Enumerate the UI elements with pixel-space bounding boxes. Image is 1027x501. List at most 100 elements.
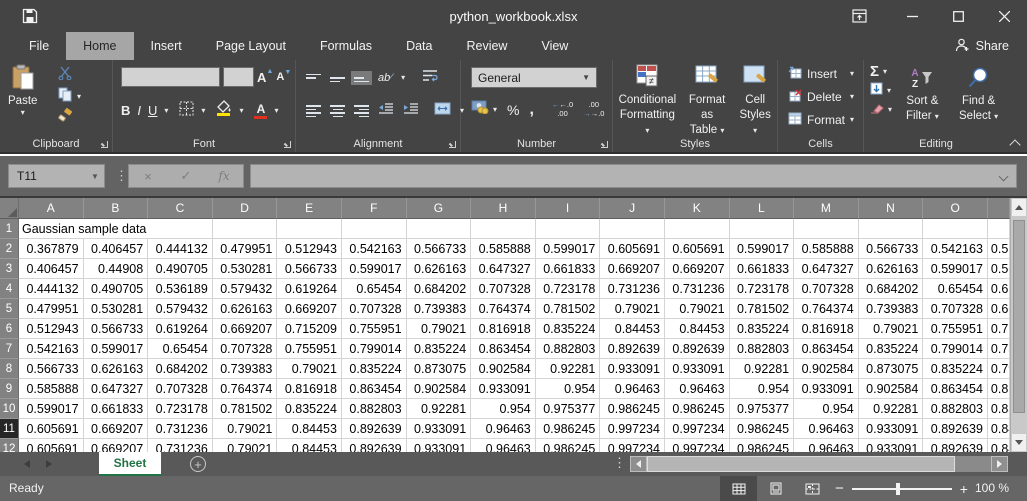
- name-box[interactable]: T11 ▼: [8, 164, 105, 188]
- cell[interactable]: 0.84453: [277, 439, 342, 452]
- cell[interactable]: 0.986245: [535, 419, 601, 439]
- vertical-scrollbar[interactable]: [1010, 198, 1027, 452]
- cell[interactable]: 0.536189: [148, 279, 213, 299]
- scroll-right-icon[interactable]: [991, 456, 1008, 472]
- orientation-caret-icon[interactable]: ▾: [401, 74, 405, 82]
- cell[interactable]: 0.892639: [341, 439, 407, 452]
- cell[interactable]: 0.933091: [471, 379, 536, 399]
- cell[interactable]: 0.605691: [19, 439, 84, 452]
- tab-formulas[interactable]: Formulas: [303, 32, 389, 60]
- cell[interactable]: 0.739383: [406, 299, 472, 319]
- align-center-icon[interactable]: [330, 105, 345, 117]
- row-header-1[interactable]: 1: [0, 219, 19, 239]
- cell[interactable]: 0.96463: [794, 419, 859, 439]
- cell[interactable]: 0.566733: [406, 239, 472, 259]
- cell[interactable]: 0.585888: [794, 239, 859, 259]
- cell[interactable]: 0.975377: [535, 399, 601, 419]
- zoom-in-button[interactable]: +: [960, 481, 968, 497]
- insert-cells-button[interactable]: Insert ▾: [788, 66, 854, 82]
- cell[interactable]: [148, 219, 213, 239]
- cell[interactable]: 0.65454: [923, 279, 988, 299]
- cell[interactable]: 0.755951: [923, 319, 988, 339]
- cell[interactable]: 0.954: [729, 379, 795, 399]
- cell-styles-button[interactable]: Cell Styles ▾: [736, 64, 774, 138]
- format-painter-button[interactable]: [58, 108, 81, 125]
- cell[interactable]: [406, 219, 472, 239]
- column-header-L[interactable]: L: [729, 198, 795, 219]
- maximize-button[interactable]: [935, 0, 981, 32]
- cell[interactable]: 0.585888: [471, 239, 536, 259]
- bottom-align-icon[interactable]: [351, 70, 372, 86]
- cell[interactable]: 0.96463: [794, 439, 859, 452]
- cell[interactable]: 0.863454: [471, 339, 536, 359]
- cell[interactable]: 0.707328: [341, 299, 407, 319]
- cell[interactable]: 0.599017: [535, 239, 601, 259]
- cell[interactable]: [664, 219, 730, 239]
- cell[interactable]: 0.647327: [83, 379, 149, 399]
- autosum-button[interactable]: Σ ▾: [870, 64, 892, 79]
- row-header-6[interactable]: 6: [0, 319, 19, 339]
- cell[interactable]: 0.715209: [987, 319, 1010, 339]
- tab-file[interactable]: File: [12, 32, 66, 60]
- cell[interactable]: 0.84453: [277, 419, 342, 439]
- cell[interactable]: 0.92281: [406, 399, 472, 419]
- cell[interactable]: 0.619264: [277, 279, 342, 299]
- insert-function-button[interactable]: fx: [205, 165, 243, 187]
- cell[interactable]: 0.92281: [729, 359, 795, 379]
- cell[interactable]: 0.882803: [341, 399, 407, 419]
- ribbon-display-options-icon[interactable]: [839, 0, 879, 32]
- cell[interactable]: 0.707328: [471, 279, 536, 299]
- cell[interactable]: [341, 219, 407, 239]
- cell[interactable]: 0.84453: [987, 419, 1010, 439]
- cell[interactable]: 0.715209: [277, 319, 342, 339]
- cell[interactable]: [212, 219, 278, 239]
- cell[interactable]: 0.835224: [341, 359, 407, 379]
- cell[interactable]: 0.96463: [664, 379, 730, 399]
- cell[interactable]: 0.530281: [212, 259, 278, 279]
- sort-filter-button[interactable]: A Z Sort & Filter ▾: [906, 66, 939, 123]
- column-header-J[interactable]: J: [600, 198, 665, 219]
- cell[interactable]: 0.835224: [277, 399, 342, 419]
- cell[interactable]: 0.707328: [148, 379, 213, 399]
- cell[interactable]: 0.975377: [729, 399, 795, 419]
- scroll-down-icon[interactable]: [1012, 434, 1026, 451]
- cell[interactable]: 0.542163: [341, 239, 407, 259]
- cell[interactable]: 0.892639: [923, 439, 988, 452]
- cell[interactable]: 0.816918: [277, 379, 342, 399]
- column-header-C[interactable]: C: [148, 198, 213, 219]
- page-layout-view-button[interactable]: [757, 476, 794, 501]
- cell[interactable]: 0.599017: [341, 259, 407, 279]
- cell[interactable]: 0.661833: [535, 259, 601, 279]
- zoom-level-label[interactable]: 100 %: [975, 481, 1009, 495]
- cell[interactable]: 0.512943: [277, 239, 342, 259]
- cell[interactable]: [923, 219, 988, 239]
- cell[interactable]: 0.599017: [83, 339, 149, 359]
- cell[interactable]: 0.799014: [341, 339, 407, 359]
- cell[interactable]: 0.65454: [148, 339, 213, 359]
- fill-color-button[interactable]: [216, 100, 232, 121]
- cell[interactable]: 0.986245: [729, 439, 795, 452]
- font-name-input[interactable]: [121, 67, 220, 87]
- fill-color-caret-icon[interactable]: ▾: [239, 106, 243, 115]
- scroll-left-icon[interactable]: [630, 456, 647, 472]
- cell[interactable]: 0.723178: [148, 399, 213, 419]
- column-header-O[interactable]: O: [923, 198, 988, 219]
- cell[interactable]: 0.882803: [923, 399, 988, 419]
- cell[interactable]: 0.96463: [600, 379, 665, 399]
- column-header-F[interactable]: F: [341, 198, 407, 219]
- column-header-D[interactable]: D: [212, 198, 278, 219]
- clear-button[interactable]: ▾: [870, 102, 892, 117]
- cell[interactable]: 0.902584: [471, 359, 536, 379]
- cell[interactable]: 0.933091: [664, 359, 730, 379]
- column-header-A[interactable]: A: [19, 198, 84, 219]
- tab-scrollbar-grip-icon[interactable]: ⋮: [613, 455, 626, 471]
- cell[interactable]: 0.863454: [341, 379, 407, 399]
- cell[interactable]: 0.647327: [794, 259, 859, 279]
- cell[interactable]: 0.723178: [729, 279, 795, 299]
- cell[interactable]: 0.605691: [664, 239, 730, 259]
- cell[interactable]: 0.873075: [858, 359, 924, 379]
- delete-cells-button[interactable]: Delete ▾: [788, 89, 854, 105]
- share-button[interactable]: Share: [947, 32, 1017, 60]
- cell[interactable]: 0.626163: [406, 259, 472, 279]
- cell[interactable]: 0.79021: [600, 299, 665, 319]
